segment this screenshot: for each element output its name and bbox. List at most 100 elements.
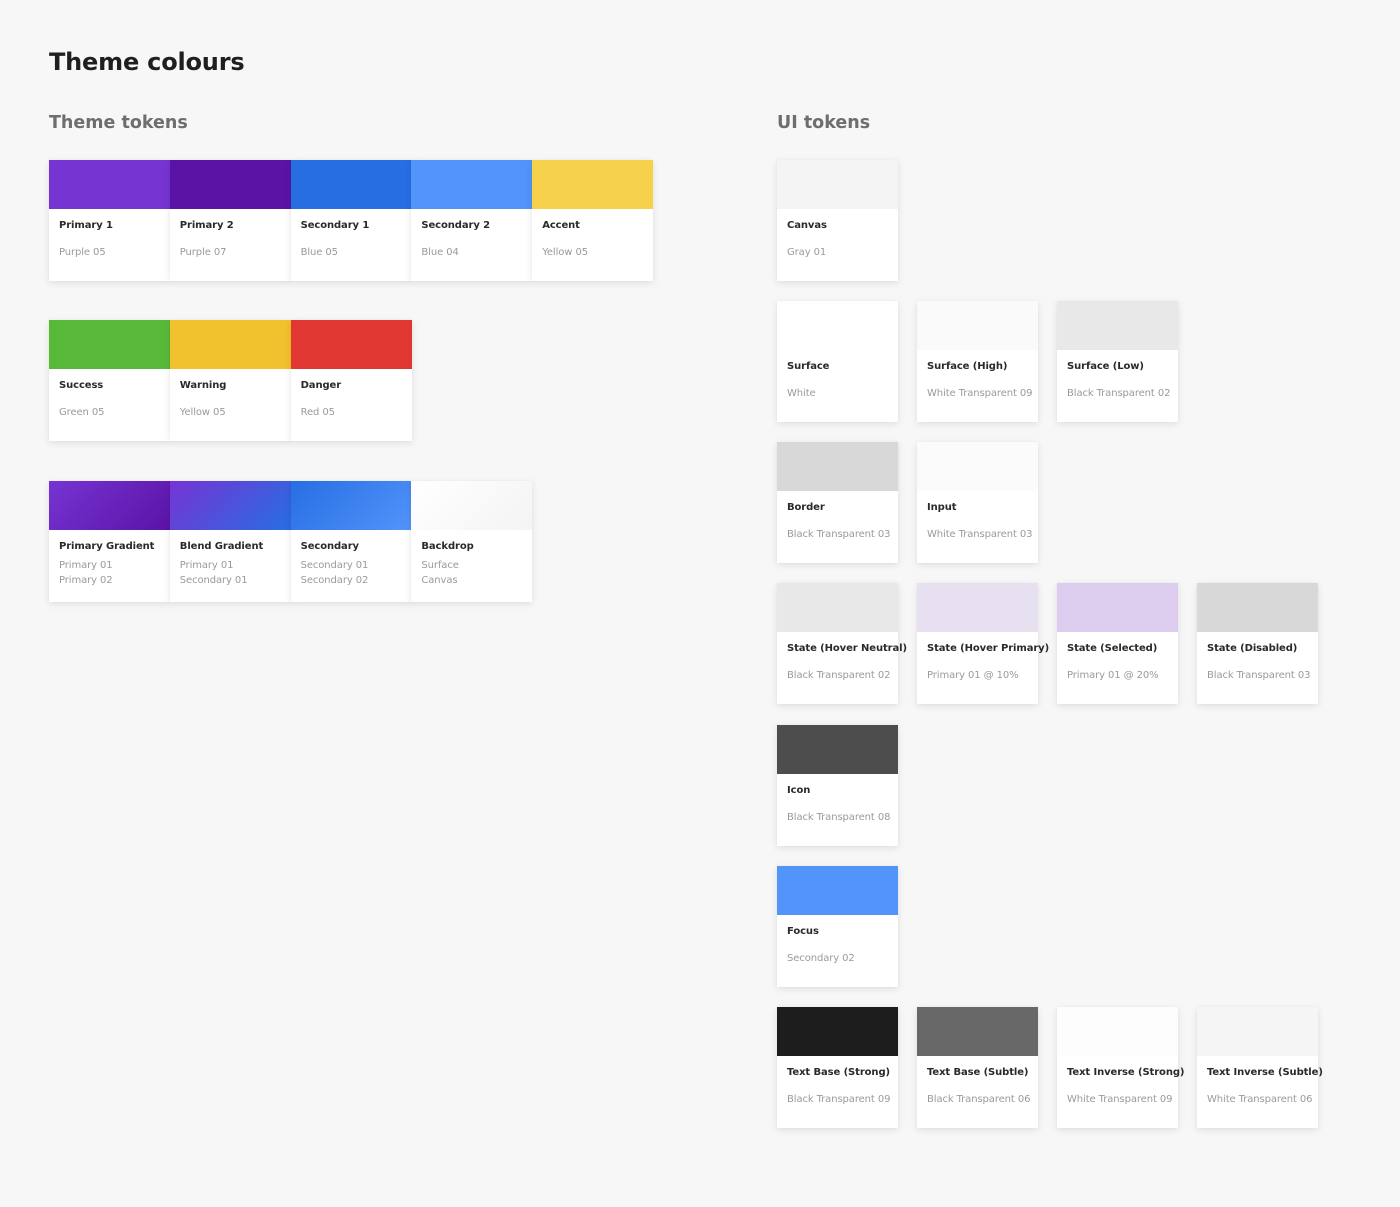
token-name: Secondary 1 [300,220,370,231]
token-source: Primary 01 [59,560,113,571]
color-swatch [777,160,898,209]
token-source: Purple 07 [179,247,227,258]
color-card-secondary: Secondary Secondary 01 Secondary 02 [290,481,412,602]
token-source: Black Transparent 02 [787,670,891,681]
color-swatch [290,160,412,209]
color-card-surface-low: Surface (Low) Black Transparent 02 [1057,301,1178,422]
color-card-secondary-1: Secondary 1 Blue 05 [290,160,412,281]
color-card-primary-2: Primary 2 Purple 07 [169,160,291,281]
token-source: White Transparent 06 [1207,1094,1313,1105]
token-name: State (Disabled) [1207,643,1298,654]
token-name: Blend Gradient [179,541,264,552]
ui-tokens-heading: UI tokens [777,113,871,133]
color-swatch [1197,1007,1318,1056]
token-name: Secondary 2 [421,220,490,231]
color-swatch [1057,583,1178,632]
token-source: Primary 01 @ 20% [1067,670,1159,681]
color-card-secondary-2: Secondary 2 Blue 04 [411,160,533,281]
token-name: Focus [787,926,819,937]
token-source: Yellow 05 [179,407,226,418]
token-name: Surface [787,361,830,372]
color-swatch [777,301,898,350]
color-card-surface-high: Surface (High) White Transparent 09 [917,301,1038,422]
color-card-state-hover-primary: State (Hover Primary) Primary 01 @ 10% [917,583,1049,704]
token-name: Primary 2 [179,220,234,231]
color-swatch [49,320,170,369]
token-name: Success [59,380,104,391]
token-name: Warning [179,380,227,391]
color-card-blend-gradient: Blend Gradient Primary 01 Secondary 01 [169,481,291,602]
color-swatch [169,481,291,530]
token-source: Secondary 01 [179,574,248,586]
token-source: Purple 05 [59,247,106,258]
token-source: Black Transparent 09 [787,1094,891,1105]
color-card-accent: Accent Yellow 05 [532,160,654,281]
color-swatch [917,1007,1038,1056]
token-name: Primary Gradient [59,541,155,552]
color-swatch [49,481,170,530]
color-swatch [777,725,898,774]
token-source: Primary 01 @ 10% [927,670,1019,681]
color-swatch [411,481,533,530]
color-swatch [777,866,898,915]
color-swatch [411,160,533,209]
color-card-border: Border Black Transparent 03 [777,442,898,563]
color-swatch [169,160,291,209]
token-name: State (Hover Neutral) [787,643,907,654]
color-swatch [777,442,898,491]
token-name: Danger [300,380,342,391]
token-name: Primary 1 [59,220,113,231]
token-name: State (Selected) [1067,643,1158,654]
color-card-icon: Icon Black Transparent 08 [777,725,898,846]
token-source: White Transparent 03 [927,529,1033,540]
color-swatch [532,160,654,209]
token-name: Border [787,502,825,513]
color-card-surface: Surface White [777,301,898,422]
color-card-success: Success Green 05 [49,320,170,441]
color-card-state-hover-neutral: State (Hover Neutral) Black Transparent 0… [777,583,907,704]
color-swatch [777,583,898,632]
color-card-warning: Warning Yellow 05 [169,320,291,441]
token-source: Yellow 05 [542,247,588,258]
token-source: Secondary 01 [300,560,369,571]
token-source: Blue 04 [421,247,459,258]
color-swatch [1057,301,1178,350]
color-card-text-base-subtle: Text Base (Subtle) Black Transparent 06 [917,1007,1038,1128]
token-source: Blue 05 [300,247,338,258]
color-swatch [1057,1007,1178,1056]
theme-tokens-heading: Theme tokens [49,113,188,133]
color-swatch [169,320,291,369]
color-card-danger: Danger Red 05 [290,320,412,441]
token-source: Green 05 [59,407,105,418]
token-source: Black Transparent 03 [1207,670,1311,681]
color-card-canvas: Canvas Gray 01 [777,160,898,281]
color-swatch [290,481,412,530]
color-card-focus: Focus Secondary 02 [777,866,898,987]
token-source: Primary 01 [179,560,234,571]
token-source: Canvas [421,574,458,586]
token-source: Black Transparent 02 [1067,388,1171,399]
token-name: Text Base (Subtle) [927,1067,1029,1078]
color-swatch [917,442,1038,491]
token-name: Input [927,502,957,513]
token-name: Text Inverse (Subtle) [1207,1067,1323,1078]
color-swatch [290,320,412,369]
color-swatch [917,583,1038,632]
token-source: Black Transparent 06 [927,1094,1031,1105]
token-source: White Transparent 09 [927,388,1033,399]
color-card-primary-1: Primary 1 Purple 05 [49,160,170,281]
token-source: Secondary 02 [300,574,369,586]
token-name: Secondary [300,541,359,552]
color-card-input: Input White Transparent 03 [917,442,1038,563]
token-name: Canvas [787,220,827,231]
page-title: Theme colours [49,48,245,76]
token-source: White Transparent 09 [1067,1094,1173,1105]
color-card-state-disabled: State (Disabled) Black Transparent 03 [1197,583,1318,704]
token-name: Surface (High) [927,361,1008,372]
token-source: White [787,388,816,399]
token-source: Surface [421,560,459,571]
token-name: Text Inverse (Strong) [1067,1067,1185,1078]
token-source: Black Transparent 03 [787,529,891,540]
token-name: Accent [542,220,580,231]
token-source: Primary 02 [59,574,113,586]
